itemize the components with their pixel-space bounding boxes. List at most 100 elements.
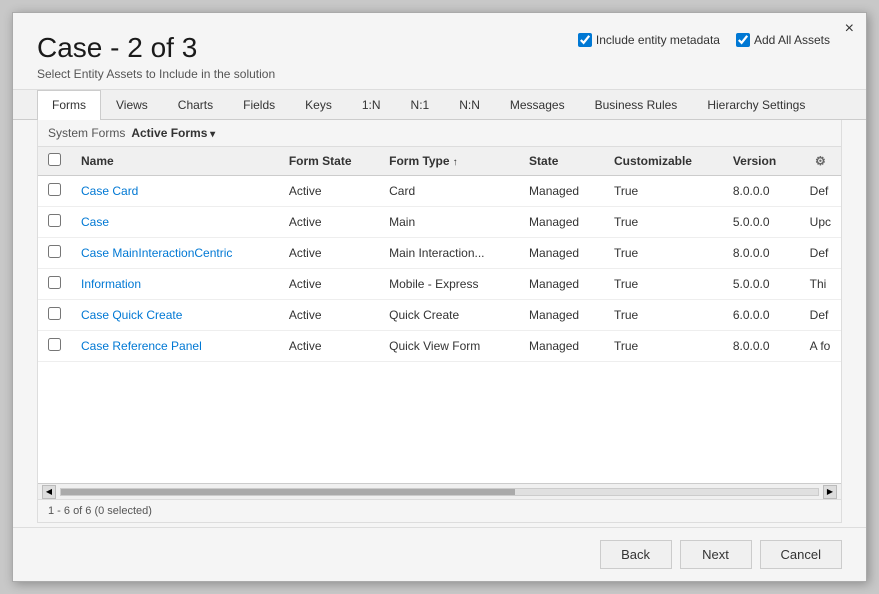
tab-charts[interactable]: Charts: [163, 90, 228, 119]
version-cell: 6.0.0.0: [723, 299, 800, 330]
table-row: Case ActiveMainManagedTrue5.0.0.0Upc: [38, 206, 841, 237]
version-cell: 8.0.0.0: [723, 237, 800, 268]
form-type-cell: Card: [379, 175, 519, 206]
customizable-cell: True: [604, 237, 723, 268]
add-all-assets-text: Add All Assets: [754, 33, 830, 47]
form-type-cell: Quick Create: [379, 299, 519, 330]
state-cell: Managed: [519, 175, 604, 206]
col-header-customizable: Customizable: [604, 147, 723, 176]
horizontal-scrollbar[interactable]: ◀ ▶: [38, 483, 841, 499]
col-header-state: State: [519, 147, 604, 176]
state-cell: Managed: [519, 206, 604, 237]
col-header-form_type[interactable]: Form Type↑: [379, 147, 519, 176]
gear-col-header: ⚙: [800, 147, 841, 176]
include-entity-metadata-label[interactable]: Include entity metadata: [578, 33, 720, 47]
active-forms-dropdown[interactable]: Active Forms: [131, 126, 215, 140]
state-cell: Managed: [519, 237, 604, 268]
version-cell: 8.0.0.0: [723, 330, 800, 361]
form-name-link[interactable]: Case Card: [81, 184, 138, 198]
row-checkbox[interactable]: [48, 276, 61, 289]
customizable-cell: True: [604, 175, 723, 206]
tab-views[interactable]: Views: [101, 90, 163, 119]
tab-keys[interactable]: Keys: [290, 90, 347, 119]
tab-hierarchy_settings[interactable]: Hierarchy Settings: [692, 90, 820, 119]
customizable-cell: True: [604, 206, 723, 237]
select-all-checkbox[interactable]: [48, 153, 61, 166]
status-bar: 1 - 6 of 6 (0 selected): [37, 500, 842, 523]
form-name-link[interactable]: Case Quick Create: [81, 308, 182, 322]
extra-cell: Def: [800, 175, 841, 206]
scroll-right-arrow[interactable]: ▶: [823, 485, 837, 499]
tab-forms[interactable]: Forms: [37, 90, 101, 120]
extra-cell: A fo: [800, 330, 841, 361]
version-cell: 5.0.0.0: [723, 268, 800, 299]
customizable-cell: True: [604, 299, 723, 330]
scroll-track[interactable]: [60, 488, 819, 496]
customizable-cell: True: [604, 330, 723, 361]
row-checkbox[interactable]: [48, 214, 61, 227]
sort-indicator-form_type: ↑: [453, 157, 458, 168]
version-cell: 5.0.0.0: [723, 206, 800, 237]
table-row: Information ActiveMobile - ExpressManaged…: [38, 268, 841, 299]
tab-messages[interactable]: Messages: [495, 90, 580, 119]
form-type-cell: Main Interaction...: [379, 237, 519, 268]
state-cell: Managed: [519, 268, 604, 299]
tabs-bar: FormsViewsChartsFieldsKeys1:NN:1N:NMessa…: [13, 90, 866, 120]
form-state-cell: Active: [279, 206, 379, 237]
extra-cell: Def: [800, 237, 841, 268]
form-state-cell: Active: [279, 299, 379, 330]
include-entity-metadata-checkbox[interactable]: [578, 33, 592, 47]
version-cell: 8.0.0.0: [723, 175, 800, 206]
table-row: Case CardActiveCardManagedTrue8.0.0.0Def: [38, 175, 841, 206]
form-state-cell: Active: [279, 268, 379, 299]
add-all-assets-checkbox[interactable]: [736, 33, 750, 47]
table-row: Case MainInteractionCentric ActiveMain In…: [38, 237, 841, 268]
table-row: Case Quick Create ActiveQuick CreateManag…: [38, 299, 841, 330]
extra-cell: Upc: [800, 206, 841, 237]
scroll-thumb[interactable]: [61, 489, 515, 495]
col-header-form_state: Form State: [279, 147, 379, 176]
forms-table: NameForm StateForm Type↑StateCustomizabl…: [38, 147, 841, 362]
form-state-cell: Active: [279, 330, 379, 361]
row-checkbox[interactable]: [48, 307, 61, 320]
form-name-link[interactable]: Case MainInteractionCentric: [81, 246, 232, 260]
dialog-options: Include entity metadata Add All Assets: [578, 33, 830, 47]
dialog-header: Case - 2 of 3 Select Entity Assets to In…: [13, 13, 866, 90]
form-name-link[interactable]: Case Reference Panel: [81, 339, 202, 353]
table-row: Case Reference Panel ActiveQuick View For…: [38, 330, 841, 361]
form-type-cell: Main: [379, 206, 519, 237]
row-checkbox[interactable]: [48, 245, 61, 258]
main-dialog: × Case - 2 of 3 Select Entity Assets to …: [12, 12, 867, 582]
state-cell: Managed: [519, 330, 604, 361]
extra-cell: Thi: [800, 268, 841, 299]
customizable-cell: True: [604, 268, 723, 299]
state-cell: Managed: [519, 299, 604, 330]
tab-nn[interactable]: N:N: [444, 90, 495, 119]
form-type-cell: Mobile - Express: [379, 268, 519, 299]
cancel-button[interactable]: Cancel: [760, 540, 842, 569]
next-button[interactable]: Next: [680, 540, 752, 569]
close-button[interactable]: ×: [845, 21, 854, 37]
include-entity-metadata-text: Include entity metadata: [596, 33, 720, 47]
form-name-link[interactable]: Information: [81, 277, 141, 291]
dialog-subtitle: Select Entity Assets to Include in the s…: [37, 67, 842, 81]
content-area: System Forms Active Forms NameForm State…: [37, 120, 842, 500]
form-type-cell: Quick View Form: [379, 330, 519, 361]
row-checkbox[interactable]: [48, 183, 61, 196]
col-header-name: Name: [71, 147, 279, 176]
form-name-link[interactable]: Case: [81, 215, 109, 229]
system-forms-label: System Forms: [48, 126, 125, 140]
tab-n1[interactable]: N:1: [396, 90, 445, 119]
tab-1n[interactable]: 1:N: [347, 90, 396, 119]
add-all-assets-label[interactable]: Add All Assets: [736, 33, 830, 47]
row-checkbox[interactable]: [48, 338, 61, 351]
tab-fields[interactable]: Fields: [228, 90, 290, 119]
col-header-version: Version: [723, 147, 800, 176]
tab-business_rules[interactable]: Business Rules: [580, 90, 693, 119]
footer: Back Next Cancel: [13, 527, 866, 581]
back-button[interactable]: Back: [600, 540, 672, 569]
scroll-left-arrow[interactable]: ◀: [42, 485, 56, 499]
extra-cell: Def: [800, 299, 841, 330]
form-state-cell: Active: [279, 237, 379, 268]
table-container: NameForm StateForm Type↑StateCustomizabl…: [38, 147, 841, 483]
